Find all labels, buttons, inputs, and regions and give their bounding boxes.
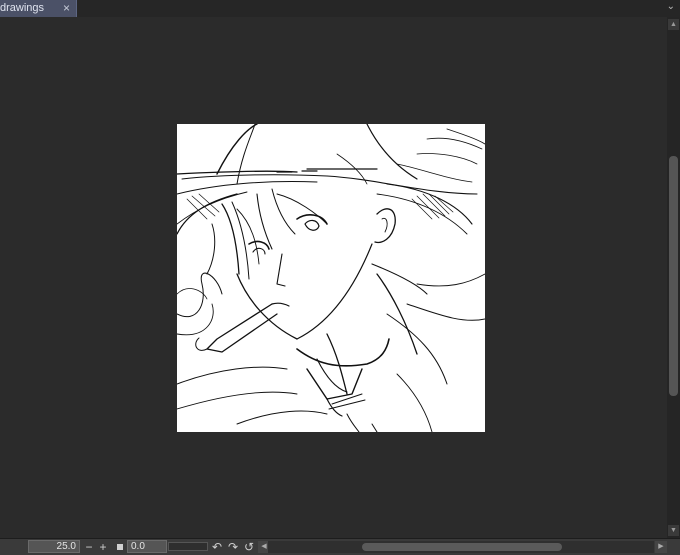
chevron-down-icon[interactable]: ⌄ xyxy=(667,1,675,12)
zoom-value: 25.0 xyxy=(56,541,76,552)
zoom-in-icon[interactable]: + xyxy=(96,540,110,554)
sketch-artwork xyxy=(176,123,486,433)
scroll-down-icon[interactable]: ▼ xyxy=(668,525,679,536)
rotation-input[interactable]: 0.0 xyxy=(127,540,167,553)
rotation-value: 0.0 xyxy=(131,541,145,552)
rotate-right-icon[interactable]: ↷ xyxy=(226,540,240,554)
rotate-left-icon[interactable]: ↶ xyxy=(210,540,224,554)
zoom-out-icon[interactable]: − xyxy=(82,540,96,554)
zoom-input[interactable]: 25.0 xyxy=(28,540,80,553)
tab-bar: drawings × ⌄ xyxy=(0,0,680,17)
close-icon[interactable]: × xyxy=(63,1,70,15)
rotation-slider[interactable] xyxy=(168,542,208,551)
drawing-canvas[interactable] xyxy=(176,123,486,433)
vertical-scroll-thumb[interactable] xyxy=(669,156,678,396)
vertical-scrollbar[interactable]: ▲ ▼ xyxy=(667,17,680,538)
tab-label: drawings xyxy=(0,2,45,14)
reset-rotation-icon[interactable]: ↺ xyxy=(242,540,256,554)
horizontal-scroll-thumb[interactable] xyxy=(362,543,562,551)
scroll-up-icon[interactable]: ▲ xyxy=(668,19,679,30)
tab-drawings[interactable]: drawings × xyxy=(0,0,77,17)
fit-icon[interactable] xyxy=(117,544,123,550)
scroll-right-icon[interactable]: ▶ xyxy=(655,541,667,553)
status-bar: 25.0 − + 0.0 ↶ ↷ ↺ ◀ ▶ xyxy=(0,538,680,555)
